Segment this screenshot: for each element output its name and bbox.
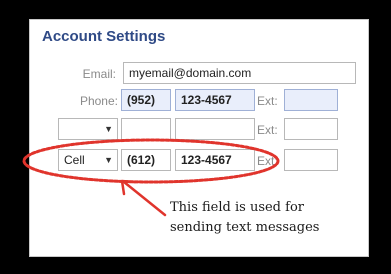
- highlight-ring: [22, 138, 280, 184]
- pointer-arrow-icon: [120, 179, 167, 217]
- annotation-overlay: [22, 138, 280, 217]
